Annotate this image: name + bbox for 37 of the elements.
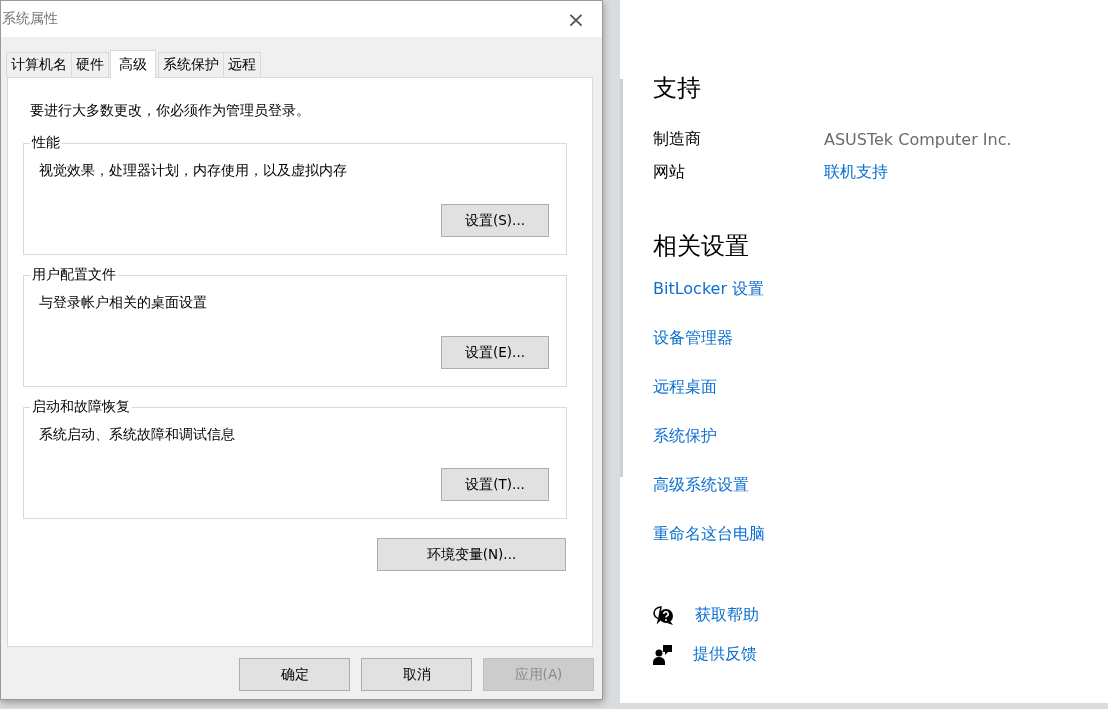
tab[interactable]: 系统保护 <box>158 52 224 77</box>
section-heading: 支持 <box>653 73 702 104</box>
group-description: 视觉效果，处理器计划，内存使用，以及虚拟内存 <box>39 162 348 180</box>
tab[interactable]: 计算机名 <box>6 52 72 77</box>
tab[interactable]: 高级 <box>110 50 156 78</box>
settings-link[interactable]: 重命名这台电脑 <box>653 523 765 545</box>
help-link[interactable]: 提供反馈 <box>693 644 757 665</box>
settings-button[interactable]: 设置(S)... <box>441 204 549 237</box>
environment-variables-button[interactable]: 环境变量(N)... <box>377 538 566 571</box>
group-description: 系统启动、系统故障和调试信息 <box>39 426 236 444</box>
close-button[interactable]: × <box>554 1 598 37</box>
group-title: 用户配置文件 <box>31 266 117 284</box>
chat-question-icon <box>653 605 675 626</box>
group-description: 与登录帐户相关的桌面设置 <box>39 294 208 312</box>
settings-link[interactable]: 远程桌面 <box>653 376 717 398</box>
property-label: 网站 <box>653 162 686 183</box>
tab[interactable]: 硬件 <box>71 52 109 77</box>
window-title: 系统属性 <box>2 10 58 28</box>
property-value: ASUSTek Computer Inc. <box>824 130 1013 149</box>
settings-link[interactable]: 系统保护 <box>653 425 717 447</box>
settings-button[interactable]: 设置(T)... <box>441 468 549 501</box>
section-heading: 相关设置 <box>653 231 750 262</box>
settings-link[interactable]: 高级系统设置 <box>653 474 749 496</box>
support-link[interactable]: 联机支持 <box>824 162 1108 183</box>
notice-text: 要进行大多数更改，你必须作为管理员登录。 <box>30 101 311 120</box>
dialog-button[interactable]: 确定 <box>239 658 350 691</box>
dialog-button[interactable]: 取消 <box>361 658 472 691</box>
settings-link[interactable]: 设备管理器 <box>653 327 733 349</box>
group-title: 性能 <box>30 134 61 152</box>
help-link[interactable]: 获取帮助 <box>695 605 759 626</box>
settings-link[interactable]: BitLocker 设置 <box>653 278 765 300</box>
tab[interactable]: 远程 <box>223 52 261 77</box>
property-label: 制造商 <box>653 129 702 150</box>
group-title: 启动和故障恢复 <box>31 398 131 416</box>
person-feedback-icon <box>653 644 673 665</box>
scrollbar[interactable] <box>620 79 623 477</box>
settings-button[interactable]: 设置(E)... <box>441 336 549 369</box>
